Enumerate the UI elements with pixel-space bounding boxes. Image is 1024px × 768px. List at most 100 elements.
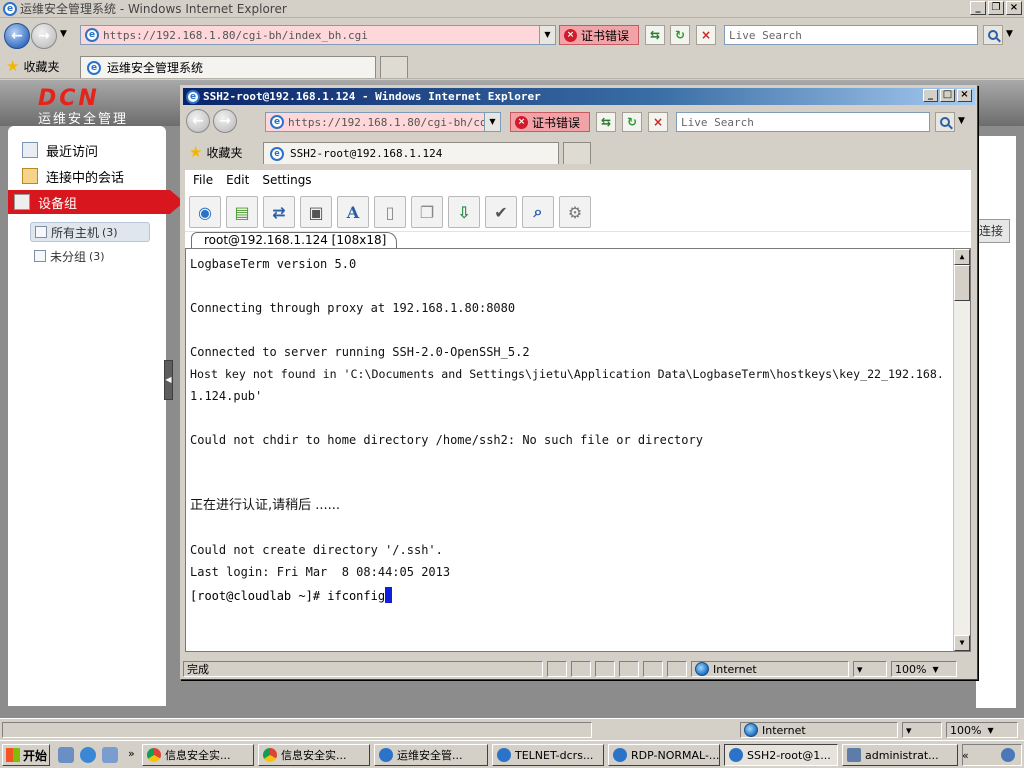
menu-item-recent[interactable]: 最近访问 <box>16 138 166 162</box>
menu-edit[interactable]: Edit <box>226 173 249 187</box>
terminal-output[interactable]: LogbaseTerm version 5.0 Connecting throu… <box>185 248 971 652</box>
paste-icon[interactable]: ⇩ <box>448 196 480 228</box>
host-list-icon <box>35 226 47 238</box>
start-button[interactable]: 开始 <box>2 744 50 766</box>
taskbar-button-administrator[interactable]: administrat... <box>842 744 958 766</box>
search-input[interactable]: Live Search <box>724 25 978 45</box>
ie-quick-launch-icon[interactable] <box>80 747 96 763</box>
checkmark-icon[interactable]: ✔ <box>485 196 517 228</box>
menu-item-active-sessions[interactable]: 连接中的会话 <box>16 164 166 188</box>
popup-refresh-icon[interactable]: ↻ <box>622 112 642 132</box>
favorites-button[interactable]: ★ 收藏夹 <box>6 58 59 75</box>
popup-tab-ssh2[interactable]: e SSH2-root@192.168.1.124 <box>263 142 559 164</box>
tree-item-all-hosts-label: 所有主机 <box>51 225 100 240</box>
settings-gear-icon[interactable]: ⚙ <box>559 196 591 228</box>
popup-compatibility-icon[interactable]: ⇆ <box>596 112 616 132</box>
scroll-up-button[interactable]: ▲ <box>954 249 970 265</box>
popup-certificate-error-label: 证书错误 <box>532 115 581 130</box>
session-tab-root[interactable]: root@192.168.1.124 [108x18] <box>191 232 398 248</box>
show-desktop-icon[interactable] <box>58 747 74 763</box>
address-dropdown-icon[interactable]: ▼ <box>539 26 555 44</box>
stop-icon[interactable]: × <box>696 25 716 45</box>
find-icon[interactable]: ⌕ <box>522 196 554 228</box>
taskbar-button-telnet[interactable]: TELNET-dcrs... <box>492 744 604 766</box>
copy-icon[interactable]: ❐ <box>411 196 443 228</box>
restore-button[interactable]: ❐ <box>988 1 1004 15</box>
font-icon[interactable]: A <box>337 196 369 228</box>
taskbar-button-chrome-2[interactable]: 信息安全实... <box>258 744 370 766</box>
outer-zone-label: Internet <box>762 723 806 737</box>
address-text: https://192.168.1.80/cgi-bh/index_bh.cgi <box>103 28 368 42</box>
close-button[interactable]: × <box>1006 1 1022 15</box>
popup-forward-button[interactable]: → <box>213 109 237 133</box>
popup-address-bar[interactable]: e https://192.168.1.80/cgi-bh/contro ▼ <box>265 112 501 132</box>
popup-tab-title: SSH2-root@192.168.1.124 <box>290 147 443 160</box>
popup-search-options-icon[interactable]: ▼ <box>958 116 965 126</box>
server-manager-icon[interactable] <box>102 747 118 763</box>
scroll-down-button[interactable]: ▼ <box>954 635 970 651</box>
transfer-icon[interactable]: ⇄ <box>263 196 295 228</box>
terminal-prompt-line: [root@cloudlab ~]# ifconfig <box>190 587 393 603</box>
outer-tab-title: 运维安全管理系统 <box>107 61 204 75</box>
tree-item-all-hosts[interactable]: 所有主机 (3) <box>30 222 150 242</box>
search-options-icon[interactable]: ▼ <box>1006 29 1013 39</box>
protected-mode-icon[interactable]: ▾ <box>902 722 942 738</box>
page-icon: e <box>85 28 99 42</box>
popup-maximize-button[interactable]: □ <box>940 89 955 102</box>
tree-item-ungrouped[interactable]: 未分组 (3) <box>30 246 150 266</box>
left-navigation-panel: 最近访问 连接中的会话 设备组 所有主机 (3) 未分组 (3) <box>8 126 184 706</box>
tray-network-icon[interactable] <box>1001 748 1015 762</box>
taskbar-button-chrome-1[interactable]: 信息安全实... <box>142 744 254 766</box>
new-document-icon[interactable]: ▯ <box>374 196 406 228</box>
outer-zoom-control[interactable]: 100% ▼ <box>946 722 1018 738</box>
compatibility-icon[interactable]: ⇆ <box>645 25 665 45</box>
minimize-button[interactable]: _ <box>970 1 986 15</box>
refresh-icon[interactable]: ↻ <box>670 25 690 45</box>
taskbar-button-label: administrat... <box>865 748 939 762</box>
menu-file[interactable]: File <box>193 173 213 187</box>
popup-stop-icon[interactable]: × <box>648 112 668 132</box>
tree-item-ungrouped-label: 未分组 <box>50 249 87 264</box>
outer-title-bar: e 运维安全管理系统 - Windows Internet Explorer _… <box>0 0 1024 18</box>
terminal-line: Host key not found in 'C:\Documents and … <box>190 367 944 381</box>
page-icon: e <box>270 115 284 129</box>
new-tab-button[interactable] <box>380 56 408 78</box>
popup-search-input[interactable]: Live Search <box>676 112 930 132</box>
open-folder-icon[interactable]: ▤ <box>226 196 258 228</box>
chrome-icon <box>263 748 277 762</box>
popup-zoom-control[interactable]: 100% ▼ <box>891 661 957 677</box>
magnifier-icon <box>988 30 998 40</box>
connect-globe-icon[interactable]: ◉ <box>189 196 221 228</box>
popup-new-tab-button[interactable] <box>563 142 591 164</box>
popup-back-button[interactable]: ← <box>186 109 210 133</box>
popup-certificate-error-button[interactable]: × 证书错误 <box>510 112 590 132</box>
terminal-line: LogbaseTerm version 5.0 <box>190 257 357 271</box>
forward-button[interactable]: → <box>31 23 57 49</box>
popup-address-dropdown-icon[interactable]: ▼ <box>484 113 500 131</box>
scroll-thumb[interactable] <box>954 265 970 301</box>
terminal-scrollbar[interactable]: ▲ ▼ <box>953 249 970 651</box>
taskbar-button-label: RDP-NORMAL-... <box>631 748 720 762</box>
menu-settings[interactable]: Settings <box>262 173 311 187</box>
taskbar-button-ssh2[interactable]: SSH2-root@1... <box>724 744 838 766</box>
popup-favorites-button[interactable]: ★ 收藏夹 <box>189 144 242 161</box>
search-button[interactable] <box>983 25 1003 45</box>
popup-minimize-button[interactable]: _ <box>923 89 938 102</box>
menu-item-device-group[interactable]: 设备组 <box>8 190 184 214</box>
history-dropdown-icon[interactable]: ▼ <box>60 29 67 39</box>
back-button[interactable]: ← <box>4 23 30 49</box>
address-bar[interactable]: e https://192.168.1.80/cgi-bh/index_bh.c… <box>80 25 556 45</box>
print-icon[interactable]: ▣ <box>300 196 332 228</box>
quick-launch-overflow-icon[interactable]: » <box>128 747 135 760</box>
certificate-error-button[interactable]: × 证书错误 <box>559 25 639 45</box>
windows-logo-icon <box>6 748 20 762</box>
ie-icon <box>729 748 743 762</box>
popup-search-button[interactable] <box>935 112 955 132</box>
popup-protected-mode-icon[interactable]: ▾ <box>853 661 887 677</box>
logo-subtitle: 运维安全管理 <box>38 112 129 127</box>
outer-tab-main[interactable]: e 运维安全管理系统 <box>80 56 376 78</box>
popup-close-button[interactable]: × <box>957 89 972 102</box>
panel-collapse-handle[interactable]: ◀ <box>164 360 173 400</box>
taskbar-button-ie-main[interactable]: 运维安全管... <box>374 744 488 766</box>
taskbar-button-rdp[interactable]: RDP-NORMAL-... <box>608 744 720 766</box>
